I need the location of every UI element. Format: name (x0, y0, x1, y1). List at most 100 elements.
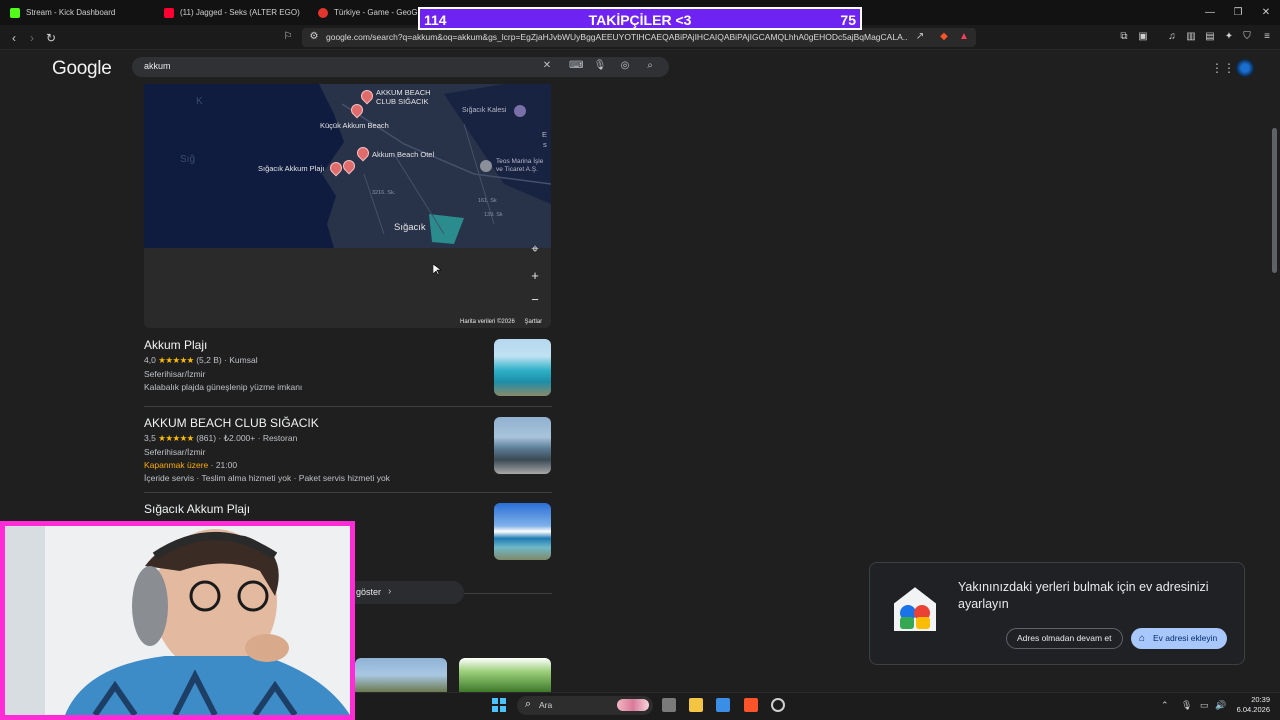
result-thumbnail[interactable] (494, 417, 551, 474)
store-icon[interactable] (716, 698, 730, 712)
home-address-popup: Yakınınızdaki yerleri bulmak için ev adr… (869, 562, 1245, 665)
result-thumbnail[interactable] (494, 503, 551, 560)
zoom-out-button[interactable]: − (526, 291, 544, 309)
wallet2-icon[interactable]: ▤ (1204, 31, 1216, 43)
file-explorer-icon[interactable] (689, 698, 703, 712)
start-icon[interactable] (492, 698, 506, 712)
close-icon[interactable]: ✕ (1252, 0, 1280, 25)
kick-icon (10, 7, 20, 18)
tab-title: Stream - Kick Dashboard (26, 8, 116, 17)
map-label-otel: Akkum Beach Otel (372, 150, 435, 159)
map-data-credit: Harita verileri ©2026 (460, 319, 515, 325)
brave-rewards-icon[interactable]: ▲ (958, 31, 970, 43)
back-icon[interactable]: ‹ (7, 31, 21, 45)
forward-icon[interactable]: › (25, 31, 39, 45)
zoom-in-button[interactable]: + (526, 267, 544, 285)
result-thumbnail[interactable] (494, 339, 551, 396)
image-thumbnail[interactable] (459, 658, 551, 692)
result-desc: Kalabalık plajda güneşlenip yüzme imkanı (144, 382, 303, 392)
search-box[interactable]: akkum ✕ ⌨ 🎙 ◎ ⌕ (132, 57, 669, 77)
result-status: Kapanmak üzere · 21:00 (144, 460, 238, 470)
microphone-icon[interactable]: 🎙 (593, 60, 607, 71)
result-title[interactable]: Akkum Plajı (144, 338, 552, 352)
search-input[interactable]: akkum (144, 61, 171, 71)
music-icon[interactable]: ♫ (1166, 31, 1178, 43)
result-services: İçeride servis · Teslim alma hizmeti yok… (144, 473, 390, 483)
share-icon[interactable]: ↗ (914, 31, 926, 43)
menu-icon[interactable]: ≡ (1261, 31, 1273, 43)
map-label-e: E (542, 130, 548, 139)
image-thumbnail[interactable] (355, 658, 447, 692)
map-label-road3: 139. Sk (484, 212, 503, 218)
list-item[interactable]: AKKUM BEACH CLUB SIĞACIK 3,5 ★★★★★ (861)… (144, 416, 552, 483)
map-label-teos: Teos Marina İşle ve Ticaret A.Ş. (496, 158, 544, 173)
list-item[interactable]: Sığacık Akkum Plajı (144, 502, 552, 516)
map-panel[interactable]: AKKUM BEACH CLUB SIĞACIK Küçük Akkum Bea… (144, 84, 551, 328)
brave-shield-icon[interactable]: ◆ (938, 31, 950, 43)
clock-date: 6.04.2026 (1236, 705, 1270, 714)
map-pin-icon (318, 7, 328, 18)
map-pin-kalesi[interactable] (514, 105, 526, 117)
site-info-icon[interactable]: ⚙ (308, 31, 320, 43)
my-location-icon[interactable]: ⌖ (526, 240, 544, 258)
taskbar-search[interactable]: ⌕ Ara (517, 696, 653, 715)
network-icon[interactable]: ▭ (1200, 700, 1209, 711)
app-icon[interactable] (771, 698, 785, 712)
maximize-icon[interactable]: ❐ (1224, 0, 1252, 25)
tab-youtube-music[interactable]: (11) Jagged - Seks (ALTER EGO) (164, 0, 300, 25)
add-home-address-label: Ev adresi ekleyin (1153, 633, 1218, 643)
keyboard-icon[interactable]: ⌨ (569, 60, 583, 71)
reload-icon[interactable]: ↻ (44, 31, 58, 45)
chevron-up-icon[interactable]: ⌃ (1161, 700, 1169, 711)
brave-icon[interactable] (744, 698, 758, 712)
search-icon[interactable]: ⌕ (643, 60, 657, 71)
clear-icon[interactable]: ✕ (540, 60, 554, 71)
map-terms-link[interactable]: Şartlar (524, 319, 542, 325)
continue-without-address-button[interactable]: Adres olmadan devam et (1006, 628, 1123, 649)
tab-title: (11) Jagged - Seks (ALTER EGO) (180, 8, 300, 17)
follower-goal-title: TAKİPÇİLER <3 (588, 12, 692, 28)
scrollbar[interactable] (1272, 128, 1277, 273)
home-location-icon (892, 584, 938, 633)
divider (144, 406, 552, 407)
map-label-road2: 161. Sk (478, 198, 497, 204)
clock[interactable]: 20:39 6.04.2026 (1236, 695, 1270, 715)
divider (464, 593, 552, 594)
result-title[interactable]: AKKUM BEACH CLUB SIĞACIK (144, 416, 552, 430)
map-label-kalesi: Sığacık Kalesi (462, 107, 507, 114)
result-title[interactable]: Sığacık Akkum Plajı (144, 502, 552, 516)
tab-kick-dashboard[interactable]: Stream - Kick Dashboard (10, 0, 115, 25)
wallet-icon[interactable]: ▣ (1137, 31, 1149, 43)
map-pin-teos[interactable] (480, 160, 492, 172)
mouse-cursor-icon (433, 264, 441, 276)
search-icon: ⌕ (525, 698, 532, 710)
result-location: Seferihisar/İzmir (144, 369, 206, 379)
leo-ai-icon[interactable]: ✦ (1223, 31, 1235, 43)
more-places-label: göster (356, 587, 382, 597)
task-view-icon[interactable] (662, 698, 676, 712)
vpn-icon[interactable]: ⛉ (1241, 31, 1253, 43)
bookmark-icon[interactable]: ⚐ (282, 31, 294, 43)
result-rating-line: 3,5 ★★★★★ (861) · ₺2.000+ · Restoran (144, 433, 298, 443)
tab-geoguessr[interactable]: Türkiye - Game - GeoGue (318, 0, 426, 25)
extensions-icon[interactable]: ⧉ (1118, 31, 1130, 43)
microphone-tray-icon[interactable]: 🎙 (1181, 700, 1192, 711)
webcam-overlay (0, 521, 355, 720)
stars-icon: ★★★★★ (158, 355, 194, 365)
google-logo[interactable]: Google (52, 58, 112, 80)
avatar[interactable] (1236, 59, 1254, 77)
map-label-kucuk: Küçük Akkum Beach (320, 121, 389, 130)
follower-goal-overlay: 114 TAKİPÇİLER <3 75 (418, 7, 862, 30)
divider (144, 492, 552, 493)
lens-icon[interactable]: ◎ (618, 60, 632, 71)
sidebar-icon[interactable]: ▥ (1185, 31, 1197, 43)
volume-icon[interactable]: 🔊 (1215, 700, 1226, 711)
add-home-address-button[interactable]: ⌂ Ev adresi ekleyin (1131, 628, 1228, 649)
map-label-town: Sığacık (394, 222, 426, 233)
minimize-icon[interactable]: — (1196, 0, 1224, 25)
url-text[interactable]: google.com/search?q=akkum&oq=akkum&gs_lc… (326, 32, 908, 42)
list-item[interactable]: Akkum Plajı 4,0 ★★★★★ (5,2 B) · Kumsal S… (144, 338, 552, 392)
more-places-button[interactable]: göster › (344, 581, 464, 604)
result-rating-line: 4,0 ★★★★★ (5,2 B) · Kumsal (144, 355, 258, 365)
map-label-plaji: Sığacık Akkum Plajı (258, 164, 325, 173)
